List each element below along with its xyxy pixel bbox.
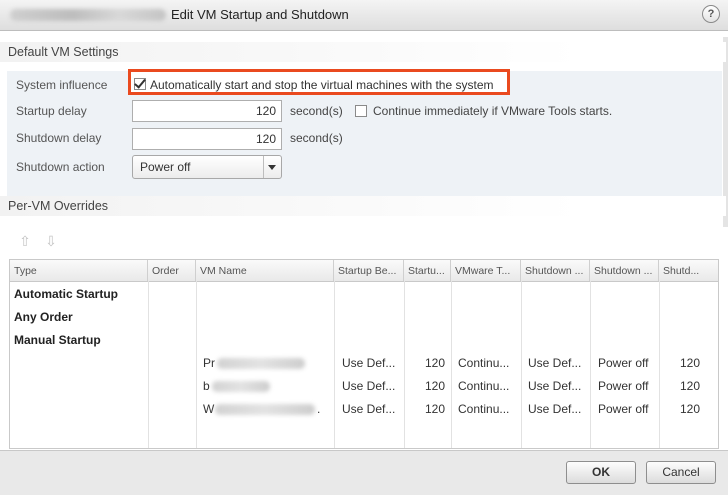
down-arrow-icon[interactable]: ⇩	[42, 233, 60, 249]
redacted-vm-name	[217, 358, 305, 369]
vmware-tools-cell: Continu...	[458, 379, 510, 393]
group-row-automatic-startup[interactable]: Automatic Startup	[14, 287, 118, 301]
grid-header: Type Order VM Name Startup Be... Startu.…	[10, 260, 718, 282]
startup-delay-cell: 120	[424, 356, 445, 370]
auto-start-checkbox-label[interactable]: Automatically start and stop the virtual…	[150, 78, 493, 92]
title-bar: Edit VM Startup and Shutdown ?	[0, 0, 728, 31]
vmware-tools-cell: Continu...	[458, 402, 510, 416]
overrides-title: Per-VM Overrides	[8, 199, 109, 213]
startup-delay-label: Startup delay	[16, 104, 87, 118]
shutdown-action-value: Power off	[140, 160, 191, 174]
shutdown-action-cell: Power off	[598, 379, 649, 393]
shutdown-action-select[interactable]: Power off	[132, 155, 282, 179]
column-divider	[451, 281, 452, 448]
startup-behavior-cell: Use Def...	[342, 402, 396, 416]
continue-immediately-checkbox[interactable]	[355, 105, 367, 117]
overrides-header: Per-VM Overrides	[0, 196, 726, 216]
column-header-vmware-tools[interactable]: VMware T...	[451, 260, 521, 281]
auto-start-checkbox[interactable]	[134, 78, 146, 90]
column-header-startup-behavior[interactable]: Startup Be...	[334, 260, 404, 281]
continue-immediately-label[interactable]: Continue immediately if VMware Tools sta…	[373, 104, 612, 118]
startup-delay-input[interactable]: 120	[132, 100, 282, 122]
shutdown-delay-cell: 120	[679, 402, 700, 416]
group-row-manual-startup[interactable]: Manual Startup	[14, 333, 101, 347]
redacted-host-name	[10, 9, 166, 21]
system-influence-label: System influence	[16, 78, 108, 92]
help-icon[interactable]: ?	[702, 5, 720, 23]
vmware-tools-cell: Continu...	[458, 356, 510, 370]
startup-behavior-cell: Use Def...	[342, 379, 396, 393]
vm-name-cell: b	[203, 379, 210, 393]
column-divider	[196, 281, 197, 448]
shutdown-delay-unit: second(s)	[290, 131, 343, 145]
chevron-down-icon[interactable]	[263, 156, 281, 178]
vm-name-cell: W	[203, 402, 215, 416]
default-settings-header: Default VM Settings	[0, 42, 726, 62]
dialog-title: Edit VM Startup and Shutdown	[171, 7, 349, 22]
startup-delay-cell: 120	[424, 379, 445, 393]
shutdown-delay-cell: 120	[679, 379, 700, 393]
default-settings-title: Default VM Settings	[8, 45, 119, 59]
shutdown-delay-input[interactable]: 120	[132, 128, 282, 150]
startup-behavior-cell: Use Def...	[342, 356, 396, 370]
column-header-shutdown-action[interactable]: Shutdown ...	[590, 260, 659, 281]
shutdown-delay-cell: 120	[679, 356, 700, 370]
startup-delay-unit: second(s)	[290, 104, 343, 118]
shutdown-action-label: Shutdown action	[16, 160, 105, 174]
shutdown-action-cell: Power off	[598, 356, 649, 370]
redacted-vm-name	[212, 381, 270, 392]
vm-name-suffix: .	[317, 402, 321, 416]
column-divider	[148, 281, 149, 448]
column-divider	[521, 281, 522, 448]
group-row-any-order[interactable]: Any Order	[14, 310, 73, 324]
shutdown-behavior-cell: Use Def...	[528, 402, 582, 416]
shutdown-action-cell: Power off	[598, 402, 649, 416]
up-arrow-icon[interactable]: ⇧	[16, 233, 34, 249]
column-divider	[590, 281, 591, 448]
shutdown-delay-label: Shutdown delay	[16, 131, 102, 145]
overrides-grid: Type Order VM Name Startup Be... Startu.…	[9, 259, 719, 449]
startup-delay-cell: 120	[424, 402, 445, 416]
dialog-footer: OK Cancel	[0, 450, 728, 495]
column-header-shutdown-delay[interactable]: Shutd...	[659, 260, 718, 281]
shutdown-behavior-cell: Use Def...	[528, 356, 582, 370]
cancel-button[interactable]: Cancel	[646, 461, 716, 484]
column-divider	[334, 281, 335, 448]
column-header-startup-delay[interactable]: Startu...	[404, 260, 451, 281]
default-settings-panel: System influence Automatically start and…	[7, 69, 722, 213]
column-header-shutdown-behavior[interactable]: Shutdown ...	[521, 260, 590, 281]
column-header-type[interactable]: Type	[10, 260, 148, 281]
column-header-vm-name[interactable]: VM Name	[196, 260, 334, 281]
column-header-order[interactable]: Order	[148, 260, 196, 281]
ok-button[interactable]: OK	[566, 461, 636, 484]
vm-name-cell: Pr	[203, 356, 215, 370]
shutdown-behavior-cell: Use Def...	[528, 379, 582, 393]
redacted-vm-name	[215, 404, 315, 415]
